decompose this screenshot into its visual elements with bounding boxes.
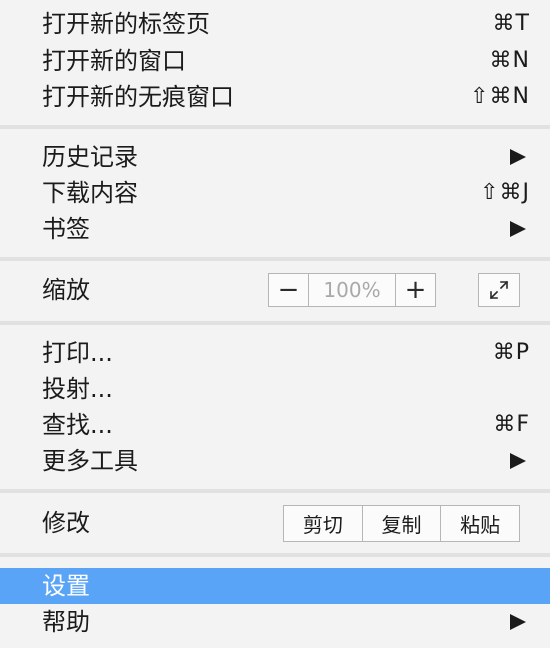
menu-item-label: 打印... xyxy=(42,339,113,367)
submenu-arrow-icon xyxy=(510,221,526,237)
menu-divider xyxy=(0,553,550,557)
menu-item-shortcut: ⌘P xyxy=(492,340,530,365)
menu-item-label: 打开新的无痕窗口 xyxy=(42,83,234,111)
menu-item-new-window[interactable]: 打开新的窗口 ⌘N xyxy=(0,43,550,79)
cut-button[interactable]: 剪切 xyxy=(284,506,362,541)
submenu-arrow-icon xyxy=(510,614,526,630)
paste-button[interactable]: 粘贴 xyxy=(440,506,519,541)
submenu-arrow-icon xyxy=(510,149,526,165)
fullscreen-icon xyxy=(489,280,509,300)
zoom-out-button[interactable]: − xyxy=(269,274,309,306)
menu-item-print[interactable]: 打印... ⌘P xyxy=(0,335,550,371)
menu-item-label: 投射... xyxy=(42,375,113,403)
menu-item-new-incognito-window[interactable]: 打开新的无痕窗口 ⇧⌘N xyxy=(0,79,550,115)
copy-button[interactable]: 复制 xyxy=(361,506,441,541)
menu-item-history[interactable]: 历史记录 xyxy=(0,139,550,175)
zoom-control: − 100% + xyxy=(268,273,436,307)
fullscreen-button[interactable] xyxy=(478,273,520,307)
menu-item-label: 查找... xyxy=(42,411,113,439)
menu-item-label: 缩放 xyxy=(42,276,90,304)
chrome-app-menu: 打开新的标签页 ⌘T 打开新的窗口 ⌘N 打开新的无痕窗口 ⇧⌘N 历史记录 下… xyxy=(0,0,550,648)
edit-control: 剪切 复制 粘贴 xyxy=(283,505,520,542)
menu-divider xyxy=(0,125,550,129)
menu-item-shortcut: ⌘F xyxy=(493,412,530,437)
menu-divider xyxy=(0,489,550,493)
menu-divider xyxy=(0,321,550,325)
menu-item-find[interactable]: 查找... ⌘F xyxy=(0,407,550,443)
menu-item-help[interactable]: 帮助 xyxy=(0,604,550,640)
menu-item-cast[interactable]: 投射... xyxy=(0,371,550,407)
zoom-in-button[interactable]: + xyxy=(395,274,435,306)
zoom-level: 100% xyxy=(323,278,381,302)
menu-item-shortcut: ⇧⌘J xyxy=(480,180,530,205)
submenu-arrow-icon xyxy=(510,453,526,469)
menu-item-shortcut: ⇧⌘N xyxy=(470,84,530,109)
menu-item-bookmarks[interactable]: 书签 xyxy=(0,211,550,247)
menu-item-label: 更多工具 xyxy=(42,447,138,475)
menu-item-shortcut: ⌘T xyxy=(492,11,530,36)
menu-item-label: 帮助 xyxy=(42,608,90,636)
menu-item-label: 历史记录 xyxy=(42,143,138,171)
menu-item-label: 打开新的窗口 xyxy=(42,47,186,75)
menu-item-downloads[interactable]: 下载内容 ⇧⌘J xyxy=(0,175,550,211)
menu-item-label: 下载内容 xyxy=(42,179,138,207)
menu-item-label: 设置 xyxy=(42,572,90,600)
menu-divider xyxy=(0,257,550,261)
menu-item-label: 打开新的标签页 xyxy=(42,10,210,38)
menu-item-label: 书签 xyxy=(42,215,90,243)
menu-item-settings[interactable]: 设置 xyxy=(0,568,550,604)
menu-item-more-tools[interactable]: 更多工具 xyxy=(0,443,550,479)
menu-item-label: 修改 xyxy=(42,509,90,537)
menu-item-shortcut: ⌘N xyxy=(489,48,530,73)
menu-item-new-tab[interactable]: 打开新的标签页 ⌘T xyxy=(0,6,550,42)
